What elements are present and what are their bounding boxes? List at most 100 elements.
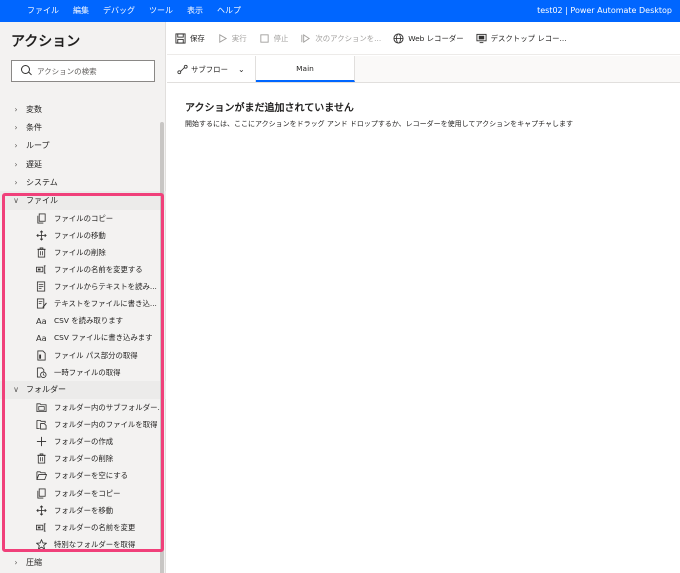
save-button[interactable]: 保存	[175, 32, 205, 44]
action-item[interactable]: ファイルの名前を変更する	[0, 261, 166, 278]
menu-debug[interactable]: デバッグ	[96, 0, 142, 22]
step-icon	[300, 33, 311, 44]
text-aa-icon: Aa	[36, 332, 47, 344]
chevron-right-icon: ›	[14, 122, 18, 132]
chevron-down-icon: ∨	[13, 196, 19, 206]
move-icon	[36, 230, 47, 241]
subflow-icon	[177, 64, 188, 75]
action-item-label: ファイルの削除	[54, 248, 106, 258]
save-icon	[175, 32, 186, 44]
action-item[interactable]: フォルダー内のサブフォルダー...	[0, 399, 166, 416]
chevron-right-icon: ›	[14, 159, 18, 169]
chevron-down-icon: ∨	[13, 385, 19, 395]
subflow-label: サブフロー	[191, 64, 228, 74]
actions-panel: アクション › 変数 › 条件 › ループ › 遅延 › システム ∨ ファイルファイルのコピーファイ…	[0, 22, 166, 573]
file-path-icon	[36, 350, 47, 361]
group-row[interactable]: › 条件	[0, 118, 166, 136]
action-item[interactable]: ファイルのコピー	[0, 210, 166, 227]
rename-icon	[36, 522, 47, 533]
group-file[interactable]: ∨ ファイル	[0, 191, 166, 210]
window-title: test02 | Power Automate Desktop	[537, 6, 672, 15]
menu-tools[interactable]: ツール	[142, 0, 180, 22]
group-row[interactable]: › ループ	[0, 137, 166, 155]
stop-button[interactable]: 停止	[259, 33, 289, 44]
action-item[interactable]: テキストをファイルに書き込...	[0, 295, 166, 312]
group-label: ファイル	[26, 196, 58, 206]
menu-file[interactable]: ファイル	[20, 0, 66, 22]
empty-state-title: アクションがまだ追加されていません	[185, 103, 354, 114]
action-item-label: ファイルの名前を変更する	[54, 265, 143, 275]
action-item[interactable]: ファイルの移動	[0, 227, 166, 244]
group-label: 条件	[26, 122, 42, 132]
web-recorder-button[interactable]: Web レコーダー	[393, 32, 464, 44]
group-label: フォルダー	[26, 385, 66, 395]
rename-icon	[36, 264, 47, 275]
action-search-box[interactable]	[11, 60, 155, 82]
action-item[interactable]: ファイルからテキストを読み...	[0, 278, 166, 295]
subfolder-icon	[36, 402, 47, 413]
action-item[interactable]: Aa CSV を読み取ります	[0, 312, 166, 329]
action-search-input[interactable]	[37, 66, 147, 76]
next-action-label: 次のアクションを...	[315, 33, 382, 43]
action-item-label: フォルダーの名前を変更	[54, 522, 136, 532]
tab-main-label: Main	[296, 63, 314, 73]
next-action-button[interactable]: 次のアクションを...	[300, 33, 381, 44]
stop-icon	[259, 33, 270, 44]
subflow-tabs: サブフロー ⌄ Main	[167, 56, 680, 83]
action-item-label: フォルダー内のサブフォルダー...	[54, 403, 165, 413]
action-item[interactable]: 一時ファイルの取得	[0, 364, 166, 381]
run-button[interactable]: 実行	[217, 33, 247, 44]
move-icon	[36, 504, 47, 516]
action-item[interactable]: フォルダーの削除	[0, 450, 166, 467]
action-item[interactable]: フォルダーを空にする	[0, 467, 166, 484]
panel-scrollbar[interactable]	[160, 122, 164, 573]
chevron-right-icon: ›	[14, 104, 18, 114]
action-item[interactable]: フォルダーの作成	[0, 433, 166, 450]
search-icon	[21, 65, 33, 77]
stop-label: 停止	[273, 33, 289, 43]
copy-icon	[36, 488, 47, 499]
group-label: 遅延	[26, 159, 42, 169]
group-label: システム	[26, 177, 58, 187]
run-label: 実行	[231, 33, 247, 43]
action-item[interactable]: Aa CSV ファイルに書き込みます	[0, 329, 166, 346]
action-item[interactable]: ファイル パス部分の取得	[0, 347, 166, 364]
action-item[interactable]: フォルダーを移動	[0, 502, 166, 519]
action-item[interactable]: ファイルの削除	[0, 244, 166, 261]
action-item-label: ファイル パス部分の取得	[54, 350, 138, 360]
action-item[interactable]: フォルダーをコピー	[0, 484, 166, 501]
menu-help[interactable]: ヘルプ	[210, 0, 248, 22]
action-item-label: 特別なフォルダーを取得	[54, 539, 136, 549]
group-label: ループ	[26, 141, 50, 151]
menu-edit[interactable]: 編集	[66, 0, 96, 22]
group-folder[interactable]: ∨ フォルダー	[0, 380, 166, 400]
action-item-label: ファイルからテキストを読み...	[54, 282, 157, 292]
action-item[interactable]: 特別なフォルダーを取得	[0, 536, 166, 553]
action-item-label: CSV ファイルに書き込みます	[54, 333, 153, 343]
tab-main[interactable]: Main	[256, 56, 355, 82]
chevron-down-icon: ⌄	[237, 64, 245, 74]
empty-state-description: 開始するには、ここにアクションをドラッグ アンド ドロップするか、レコーダーを使…	[185, 120, 574, 128]
group-label: 変数	[26, 104, 42, 114]
action-item-label: ファイルの移動	[54, 230, 106, 240]
action-item-label: フォルダーの削除	[54, 454, 114, 464]
chevron-right-icon: ›	[14, 141, 18, 151]
svg-text:Aa: Aa	[36, 317, 47, 327]
action-item-label: フォルダーを移動	[54, 505, 114, 515]
menu-view[interactable]: 表示	[180, 0, 210, 22]
group-row[interactable]: › 変数	[0, 100, 166, 118]
chevron-right-icon: ›	[14, 177, 18, 187]
action-item-label: CSV を読み取ります	[54, 316, 123, 326]
save-label: 保存	[190, 33, 205, 43]
group-row[interactable]: › 圧縮	[0, 553, 166, 571]
play-icon	[217, 33, 228, 44]
action-item[interactable]: フォルダーの名前を変更	[0, 519, 166, 536]
group-row[interactable]: › システム	[0, 173, 166, 191]
action-item-label: ファイルのコピー	[54, 213, 114, 223]
subflow-dropdown[interactable]: サブフロー ⌄	[167, 56, 256, 82]
action-item-label: 一時ファイルの取得	[54, 367, 121, 377]
group-row[interactable]: › 遅延	[0, 155, 166, 173]
desktop-recorder-label: デスクトップ レコー...	[490, 33, 567, 43]
desktop-recorder-button[interactable]: デスクトップ レコー...	[476, 33, 567, 44]
action-item[interactable]: フォルダー内のファイルを取得	[0, 416, 166, 433]
